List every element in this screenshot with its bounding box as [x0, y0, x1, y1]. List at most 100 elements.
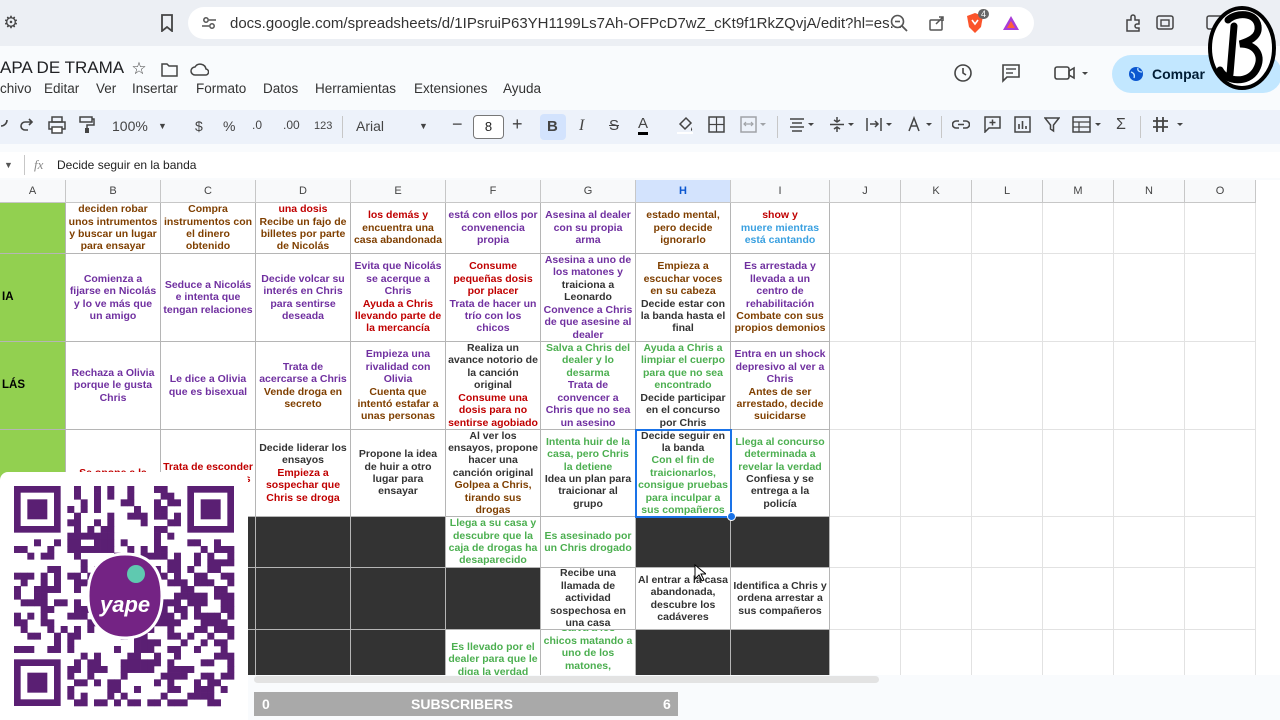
fill-handle[interactable] [727, 512, 736, 521]
plot-cell[interactable]: Seduce a Nicolás e intenta que tengan re… [161, 254, 256, 342]
menu-formato[interactable]: Formato [196, 81, 246, 96]
plot-cell[interactable]: Salva a Chris del dealer y lo desarma Tra… [541, 342, 636, 430]
settings-icon[interactable]: ⚙ [0, 12, 22, 34]
empty-cell[interactable] [1114, 517, 1185, 568]
link-icon[interactable] [951, 116, 971, 136]
plot-cell[interactable]: Realiza un avance notorio de la canción … [446, 342, 541, 430]
plot-cell[interactable]: Compra instrumentos con el dinero obteni… [161, 203, 256, 254]
empty-cell[interactable] [1043, 254, 1114, 342]
plot-cell[interactable] [351, 517, 446, 568]
column-header-a[interactable]: A [0, 180, 66, 203]
brave-shield-icon[interactable]: 4 [964, 9, 990, 34]
font-dropdown-icon[interactable]: ▼ [419, 121, 428, 131]
character-name-cell[interactable]: IA [0, 254, 66, 342]
rotate-text-icon[interactable] [906, 115, 934, 136]
character-name-cell[interactable]: LÁS [0, 342, 66, 430]
column-header-g[interactable]: G [541, 180, 636, 203]
undo-icon[interactable] [0, 116, 8, 135]
plot-cell[interactable]: Entra en un shock depresivo al ver a Chr… [731, 342, 830, 430]
empty-cell[interactable] [1043, 568, 1114, 630]
column-header-m[interactable]: M [1043, 180, 1114, 203]
decrease-decimal-button[interactable]: .0 [252, 118, 262, 132]
empty-cell[interactable] [1185, 254, 1256, 342]
plot-cell[interactable]: Trata de acercarse a Chris Vende droga en… [256, 342, 351, 430]
column-header-l[interactable]: L [972, 180, 1043, 203]
comments-icon[interactable] [1000, 62, 1022, 84]
empty-cell[interactable] [1114, 630, 1185, 675]
print-icon[interactable] [48, 116, 66, 137]
plot-cell[interactable]: Es llevado por el dealer para que le dig… [446, 630, 541, 675]
address-bar[interactable]: docs.google.com/spreadsheets/d/1IPsruiP6… [188, 7, 1034, 39]
plot-cell[interactable]: Consume pequeñas dosis por placer Trata d… [446, 254, 541, 342]
menu-insertar[interactable]: Insertar [132, 81, 178, 96]
menu-herramientas[interactable]: Herramientas [315, 81, 396, 96]
empty-cell[interactable] [1043, 517, 1114, 568]
plot-cell[interactable]: Salva a los chicos matando a uno de los … [541, 630, 636, 675]
plot-cell[interactable]: Propone la idea de huir a otro lugar par… [351, 430, 446, 517]
column-header-o[interactable]: O [1185, 180, 1256, 203]
functions-icon[interactable]: Σ [1116, 116, 1126, 134]
cloud-status-icon[interactable] [188, 58, 210, 80]
plot-cell[interactable]: Llega a su casa y descubre que la caja d… [446, 517, 541, 568]
meet-icon[interactable] [1052, 62, 1092, 84]
plot-cell[interactable]: Decide liderar los ensayos Empieza a sosp… [256, 430, 351, 517]
insert-chart-icon[interactable] [1014, 116, 1031, 136]
empty-cell[interactable] [1185, 568, 1256, 630]
site-info-icon[interactable] [198, 12, 220, 34]
paint-format-icon[interactable] [78, 116, 96, 137]
formula-input[interactable]: Decide seguir en la banda [57, 158, 196, 172]
plot-cell[interactable] [256, 517, 351, 568]
empty-cell[interactable] [901, 254, 972, 342]
empty-cell[interactable] [830, 568, 901, 630]
plot-cell[interactable]: Evita que Nicolás se acerque a Chris Ayud… [351, 254, 446, 342]
plot-cell[interactable]: Empieza una rivalidad con Olivia Cuenta q… [351, 342, 446, 430]
plot-cell[interactable] [731, 517, 830, 568]
plot-cell[interactable]: Empieza a escuchar voces en su cabeza Dec… [636, 254, 731, 342]
bookmark-icon[interactable] [156, 12, 178, 34]
redo-icon[interactable] [18, 116, 36, 137]
empty-cell[interactable] [1185, 630, 1256, 675]
plot-cell[interactable] [446, 568, 541, 630]
plot-cell[interactable]: está con ellos por convenencia propia [446, 203, 541, 254]
empty-cell[interactable] [830, 430, 901, 517]
tab-capture-icon[interactable] [1154, 12, 1176, 34]
fill-color-icon[interactable] [676, 116, 694, 137]
horizontal-scrollbar[interactable] [254, 676, 879, 683]
plot-cell[interactable]: Le dice a Olivia que es bisexual [161, 342, 256, 430]
empty-cell[interactable] [1185, 430, 1256, 517]
menu-ayuda[interactable]: Ayuda [503, 81, 541, 96]
empty-cell[interactable] [830, 254, 901, 342]
empty-cell[interactable] [972, 430, 1043, 517]
currency-button[interactable]: $ [195, 118, 203, 134]
plot-cell[interactable]: deciden robar unos intrumentos y buscar … [66, 203, 161, 254]
zoom-select[interactable]: 100% [112, 118, 148, 134]
empty-cell[interactable] [1114, 254, 1185, 342]
decrease-font-size-button[interactable]: − [452, 114, 463, 135]
extensions-icon[interactable] [1122, 12, 1144, 34]
version-history-icon[interactable] [952, 62, 974, 84]
column-header-j[interactable]: J [830, 180, 901, 203]
wrap-icon[interactable] [866, 116, 894, 136]
plot-cell[interactable]: Intenta huir de la casa, pero Chris la d… [541, 430, 636, 517]
plot-cell[interactable]: Al entrar a la casa abandonada, descubre… [636, 568, 731, 630]
empty-cell[interactable] [1114, 568, 1185, 630]
plot-cell[interactable]: Asesina a uno de los matones y traiciona … [541, 254, 636, 342]
empty-cell[interactable] [972, 342, 1043, 430]
font-select[interactable]: Arial [356, 118, 384, 134]
plot-cell[interactable] [351, 568, 446, 630]
empty-cell[interactable] [1043, 342, 1114, 430]
menu-datos[interactable]: Datos [263, 81, 298, 96]
menu-archivo[interactable]: chivo [0, 81, 32, 96]
empty-cell[interactable] [830, 517, 901, 568]
empty-cell[interactable] [830, 630, 901, 675]
plot-cell[interactable] [256, 568, 351, 630]
plot-cell[interactable]: Es arrestada y llevada a un centro de re… [731, 254, 830, 342]
text-color-button[interactable]: A [638, 116, 649, 135]
empty-cell[interactable] [901, 430, 972, 517]
increase-font-size-button[interactable]: + [512, 114, 523, 135]
empty-cell[interactable] [1114, 342, 1185, 430]
plot-cell[interactable]: Al ver los ensayos, propone hacer una ca… [446, 430, 541, 517]
empty-cell[interactable] [830, 342, 901, 430]
empty-cell[interactable] [972, 203, 1043, 254]
empty-cell[interactable] [972, 568, 1043, 630]
